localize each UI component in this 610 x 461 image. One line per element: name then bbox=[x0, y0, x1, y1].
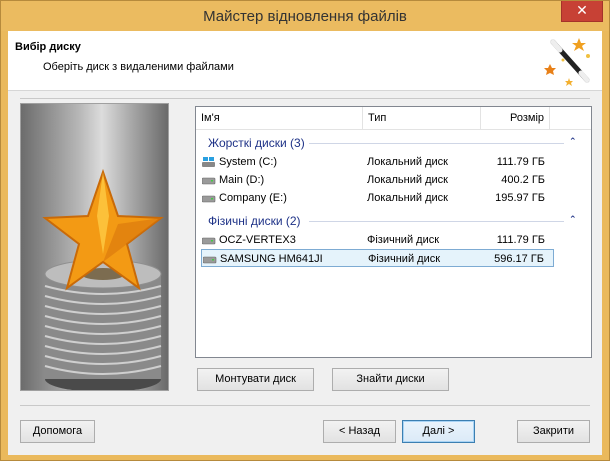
footer-separator bbox=[20, 405, 590, 406]
wizard-window: Майстер відновлення файлів ✕ Вибір диску… bbox=[0, 0, 610, 461]
group-label: Жорсткі диски (3) bbox=[208, 136, 305, 150]
title-bar[interactable]: Майстер відновлення файлів ✕ bbox=[1, 1, 609, 31]
find-disks-button[interactable]: Знайти диски bbox=[332, 368, 449, 391]
magic-wand-icon bbox=[544, 38, 590, 86]
item-type: Локальний диск bbox=[367, 174, 448, 186]
hard-drive-icon bbox=[202, 177, 216, 185]
item-name: System (C:) bbox=[219, 156, 278, 168]
help-button[interactable]: Допомога bbox=[20, 420, 95, 443]
item-type: Локальний диск bbox=[367, 156, 448, 168]
list-item[interactable]: Main (D:) Локальний диск 400.2 ГБ bbox=[201, 171, 554, 189]
mount-disk-button[interactable]: Монтувати диск bbox=[197, 368, 314, 391]
step-subtitle: Оберіть диск з видаленими файлами bbox=[43, 61, 234, 73]
chevron-up-icon[interactable]: ⌃ bbox=[569, 214, 577, 225]
item-name: SAMSUNG HM641JI bbox=[220, 253, 323, 265]
step-title: Вибір диску bbox=[15, 41, 81, 53]
wizard-client-area: Вибір диску Оберіть диск з видаленими фа… bbox=[8, 31, 602, 455]
group-label: Фізичні диски (2) bbox=[208, 214, 301, 228]
window-title: Майстер відновлення файлів bbox=[203, 8, 407, 25]
column-header-size[interactable]: Розмір bbox=[481, 107, 550, 130]
item-size: 195.97 ГБ bbox=[495, 192, 545, 204]
list-header: Ім'я Тип Розмір bbox=[196, 107, 591, 130]
chevron-up-icon[interactable]: ⌃ bbox=[569, 136, 577, 147]
item-type: Локальний диск bbox=[367, 192, 448, 204]
windows-drive-icon bbox=[202, 157, 215, 167]
disk-list[interactable]: Ім'я Тип Розмір Жорсткі диски (3) ⌃ Syst… bbox=[195, 106, 592, 358]
window-close-button[interactable]: ✕ bbox=[561, 1, 603, 22]
wizard-header: Вибір диску Оберіть диск з видаленими фа… bbox=[8, 31, 602, 91]
hard-drive-icon bbox=[202, 237, 216, 245]
item-name: Company (E:) bbox=[219, 192, 287, 204]
wizard-illustration bbox=[20, 103, 169, 391]
item-size: 111.79 ГБ bbox=[496, 156, 545, 168]
hard-drive-icon bbox=[202, 195, 216, 203]
list-item[interactable]: Company (E:) Локальний диск 195.97 ГБ bbox=[201, 189, 554, 207]
item-type: Фізичний диск bbox=[367, 234, 440, 246]
item-size: 111.79 ГБ bbox=[496, 234, 545, 246]
close-button[interactable]: Закрити bbox=[517, 420, 590, 443]
group-hard-disks[interactable]: Жорсткі диски (3) ⌃ bbox=[196, 134, 591, 152]
group-physical-disks[interactable]: Фізичні диски (2) ⌃ bbox=[196, 212, 591, 230]
next-button[interactable]: Далі > bbox=[402, 420, 475, 443]
column-header-type[interactable]: Тип bbox=[363, 107, 481, 130]
item-name: Main (D:) bbox=[219, 174, 265, 186]
group-divider bbox=[309, 221, 564, 222]
item-name: OCZ-VERTEX3 bbox=[219, 234, 296, 246]
list-item[interactable]: OCZ-VERTEX3 Фізичний диск 111.79 ГБ bbox=[201, 231, 554, 249]
column-header-name[interactable]: Ім'я bbox=[196, 107, 363, 130]
group-divider bbox=[309, 143, 564, 144]
header-separator bbox=[20, 98, 590, 99]
list-item[interactable]: System (C:) Локальний диск 111.79 ГБ bbox=[201, 153, 554, 171]
list-item-selected[interactable]: SAMSUNG HM641JI Фізичний диск 596.17 ГБ bbox=[201, 249, 554, 267]
back-button[interactable]: < Назад bbox=[323, 420, 396, 443]
item-size: 596.17 ГБ bbox=[494, 253, 544, 265]
item-type: Фізичний диск bbox=[368, 253, 441, 265]
item-size: 400.2 ГБ bbox=[501, 174, 545, 186]
hard-drive-icon bbox=[203, 256, 217, 264]
star-on-disks-icon bbox=[42, 168, 164, 390]
